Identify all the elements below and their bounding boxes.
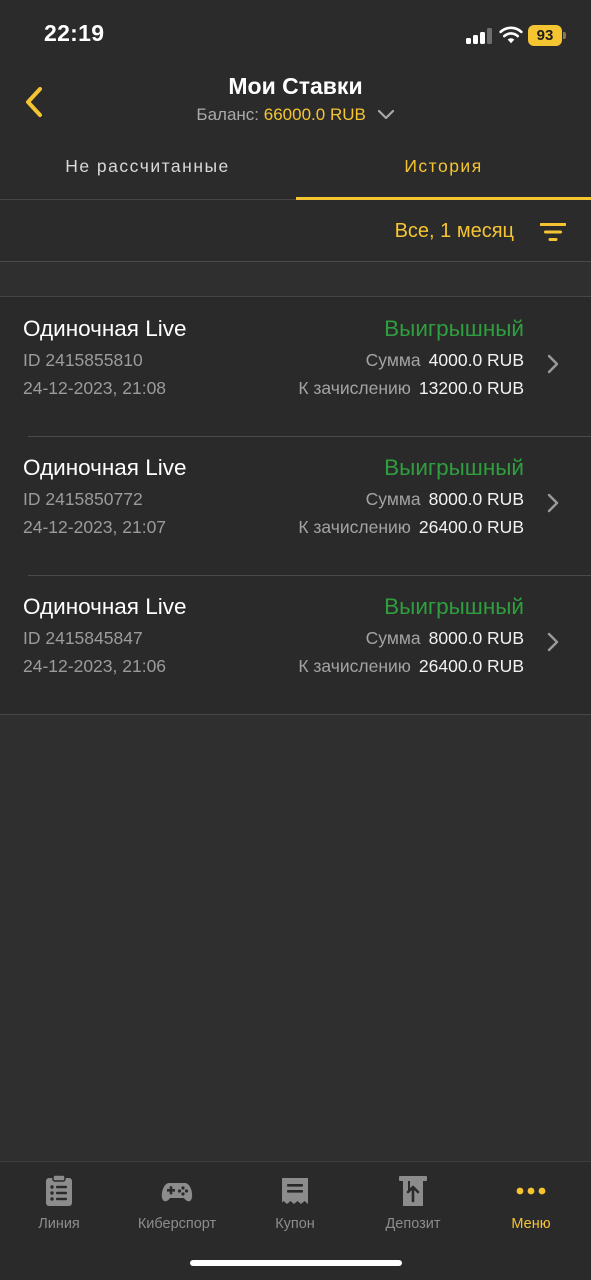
bet-id: ID 2415855810 <box>23 350 143 370</box>
tab-history[interactable]: История <box>296 132 591 200</box>
bet-list-item[interactable]: Одиночная Live ID 2415845847 24-12-2023,… <box>0 575 591 714</box>
bet-sum-value: 8000.0 RUB <box>428 489 524 509</box>
bet-payout-row: К зачислению 26400.0 RUB <box>298 656 524 677</box>
bet-status: Выигрышный <box>384 316 524 341</box>
bet-id: ID 2415850772 <box>23 489 143 509</box>
bet-payout-value: 26400.0 RUB <box>418 517 524 537</box>
bet-type: Одиночная Live <box>23 455 187 480</box>
battery-level: 93 <box>528 25 562 46</box>
nav-label: Меню <box>511 1216 551 1232</box>
coupon-icon <box>282 1178 308 1204</box>
bet-sum-value: 4000.0 RUB <box>428 350 524 370</box>
clipboard-list-icon <box>46 1174 72 1206</box>
bet-sum-row: Сумма 8000.0 RUB <box>366 489 524 510</box>
filter-label[interactable]: Все, 1 месяц <box>395 220 514 243</box>
bet-sum-label: Сумма <box>365 628 421 648</box>
bet-sum-row: Сумма 8000.0 RUB <box>366 628 524 649</box>
bet-payout-label: К зачислению <box>298 378 411 398</box>
more-dots-icon <box>516 1187 546 1195</box>
chevron-down-icon <box>377 109 394 120</box>
balance-value: 66000.0 RUB <box>263 105 366 124</box>
filter-icon[interactable] <box>540 222 566 242</box>
bet-list-item[interactable]: Одиночная Live ID 2415855810 24-12-2023,… <box>0 297 591 436</box>
bet-payout-label: К зачислению <box>298 656 411 676</box>
bet-sum-label: Сумма <box>365 489 421 509</box>
bet-sum-label: Сумма <box>365 350 421 370</box>
home-indicator <box>190 1260 402 1266</box>
tab-bar: Не рассчитанные История <box>0 132 591 200</box>
bet-list-item[interactable]: Одиночная Live ID 2415850772 24-12-2023,… <box>0 436 591 575</box>
deposit-icon <box>399 1176 427 1206</box>
active-tab-indicator <box>296 197 591 200</box>
nav-label: Депозит <box>385 1216 441 1232</box>
nav-item-line[interactable]: Линия <box>0 1174 118 1244</box>
bet-date: 24-12-2023, 21:06 <box>23 656 167 676</box>
tab-unsettled[interactable]: Не рассчитанные <box>0 132 295 200</box>
chevron-right-icon <box>547 354 559 374</box>
status-bar: 22:19 93 <box>0 0 591 70</box>
page-title: Мои Ставки <box>228 73 363 99</box>
cellular-signal-icon <box>466 28 492 44</box>
bet-list: Одиночная Live ID 2415855810 24-12-2023,… <box>0 296 591 715</box>
bet-date: 24-12-2023, 21:08 <box>23 378 167 398</box>
bet-payout-row: К зачислению 26400.0 RUB <box>298 517 524 538</box>
bet-date: 24-12-2023, 21:07 <box>23 517 167 537</box>
bet-payout-label: К зачислению <box>298 517 411 537</box>
bet-payout-row: К зачислению 13200.0 RUB <box>298 378 524 399</box>
nav-label: Линия <box>38 1216 80 1232</box>
chevron-right-icon <box>547 632 559 652</box>
header: Мои Ставки Баланс: 66000.0 RUB <box>0 70 591 132</box>
gamepad-icon <box>161 1183 193 1202</box>
battery-icon: 93 <box>528 25 566 46</box>
chevron-right-icon <box>547 493 559 513</box>
nav-item-esports[interactable]: Киберспорт <box>118 1174 236 1244</box>
nav-item-coupon[interactable]: Купон <box>236 1174 354 1244</box>
nav-label: Купон <box>275 1216 315 1232</box>
bet-type: Одиночная Live <box>23 316 187 341</box>
filter-bar: Все, 1 месяц <box>0 201 591 262</box>
wifi-icon <box>499 26 523 44</box>
status-time: 22:19 <box>44 20 105 46</box>
balance-selector[interactable]: Баланс: 66000.0 RUB <box>0 105 591 125</box>
nav-label: Киберспорт <box>137 1216 217 1232</box>
bet-sum-value: 8000.0 RUB <box>428 628 524 648</box>
bet-sum-row: Сумма 4000.0 RUB <box>366 350 524 371</box>
bet-id: ID 2415845847 <box>23 628 143 648</box>
nav-item-menu[interactable]: Меню <box>472 1174 590 1244</box>
bet-payout-value: 26400.0 RUB <box>418 656 524 676</box>
nav-item-deposit[interactable]: Депозит <box>354 1174 472 1244</box>
bet-status: Выигрышный <box>384 455 524 480</box>
bet-type: Одиночная Live <box>23 594 187 619</box>
bet-status: Выигрышный <box>384 594 524 619</box>
bet-payout-value: 13200.0 RUB <box>418 378 524 398</box>
balance-label: Баланс: <box>196 105 260 124</box>
